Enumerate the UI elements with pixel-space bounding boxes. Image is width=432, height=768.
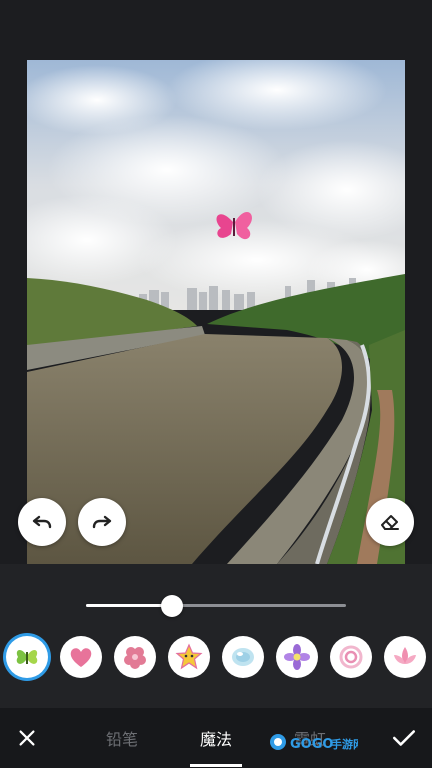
active-tab-indicator	[190, 764, 242, 767]
blossom-icon	[124, 647, 146, 669]
redo-icon	[92, 515, 112, 529]
undo-button[interactable]	[18, 498, 66, 546]
tab-pencil[interactable]: 铅笔	[92, 726, 152, 750]
check-icon	[392, 730, 416, 746]
redo-button[interactable]	[78, 498, 126, 546]
eraser-icon	[381, 515, 399, 530]
eraser-button[interactable]	[366, 498, 414, 546]
sticker-list	[0, 636, 432, 680]
sticker-heart[interactable]	[60, 636, 102, 678]
confirm-button[interactable]	[388, 722, 420, 754]
tab-magic[interactable]: 魔法	[186, 726, 246, 750]
lotus-icon	[394, 647, 416, 664]
mode-tab-bar: 铅笔 魔法 霓虹	[0, 708, 432, 768]
swirl-icon	[339, 645, 363, 669]
sticker-swirl[interactable]	[330, 636, 372, 678]
brush-panel	[0, 564, 432, 708]
purple-flower-icon	[284, 644, 310, 670]
svg-text:GOGO: GOGO	[290, 737, 333, 752]
slider-fill	[86, 604, 172, 607]
star-icon	[175, 643, 203, 670]
photo-canvas[interactable]	[27, 60, 405, 564]
sticker-blossom[interactable]	[114, 636, 156, 678]
heart-icon	[70, 648, 92, 667]
slider-knob[interactable]	[161, 595, 183, 617]
svg-text:手游网: 手游网	[331, 737, 358, 751]
editor-screen: 铅笔 魔法 霓虹 GOGO 手游网	[0, 0, 432, 768]
sticker-butterfly[interactable]	[6, 636, 48, 678]
cancel-button[interactable]	[11, 722, 43, 754]
sticker-star[interactable]	[168, 636, 210, 678]
watermark-logo: GOGO 手游网	[268, 728, 364, 758]
undo-icon	[32, 515, 52, 529]
brush-size-slider[interactable]	[86, 594, 346, 618]
sticker-purple-flower[interactable]	[276, 636, 318, 678]
bubble-icon	[232, 648, 254, 666]
sticker-bubble[interactable]	[222, 636, 264, 678]
butterfly-icon	[16, 649, 38, 664]
sticker-lotus[interactable]	[384, 636, 426, 678]
photo-image	[27, 60, 405, 564]
close-icon	[19, 730, 35, 746]
gogo-logo-icon: GOGO 手游网	[270, 734, 364, 752]
